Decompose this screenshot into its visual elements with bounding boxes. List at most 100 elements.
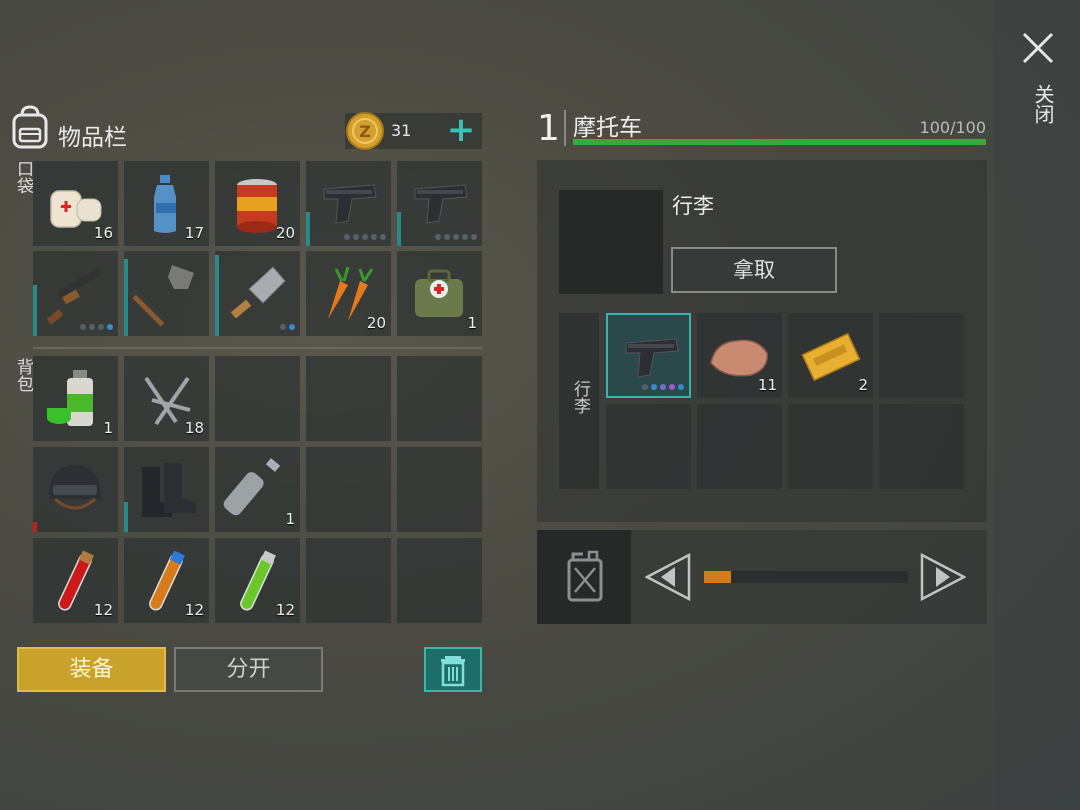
svg-text:Z: Z bbox=[359, 122, 371, 141]
backpack-icon bbox=[10, 105, 50, 149]
equip-button[interactable]: 装备 bbox=[17, 647, 166, 692]
durability-bar bbox=[306, 212, 310, 246]
item-quantity: 1 bbox=[103, 419, 113, 437]
storage-preview bbox=[559, 190, 663, 294]
inventory-slot[interactable]: 12 bbox=[215, 538, 300, 623]
inventory-slot[interactable]: 20 bbox=[306, 251, 391, 336]
item-quantity: 18 bbox=[184, 419, 204, 437]
inventory-slot[interactable] bbox=[124, 251, 209, 336]
inventory-slot[interactable]: 1 bbox=[33, 356, 118, 441]
inventory-title: 物品栏 bbox=[58, 125, 127, 151]
empty-slot[interactable] bbox=[606, 404, 691, 489]
item-quantity: 20 bbox=[366, 314, 386, 332]
inventory-slot[interactable]: 12 bbox=[33, 538, 118, 623]
storage-name: 行李 bbox=[672, 194, 714, 218]
inventory-slot[interactable] bbox=[215, 251, 300, 336]
section-divider bbox=[33, 347, 482, 349]
empty-slot[interactable] bbox=[879, 313, 964, 398]
inventory-slot[interactable]: 2 bbox=[788, 313, 873, 398]
inventory-slot[interactable] bbox=[606, 313, 691, 398]
fuel-decrease-button[interactable] bbox=[644, 552, 691, 602]
item-quantity: 1 bbox=[467, 314, 477, 332]
fuel-can-box bbox=[537, 530, 631, 624]
item-quantity: 16 bbox=[93, 224, 113, 242]
trash-icon bbox=[441, 656, 465, 687]
close-button[interactable] bbox=[1018, 28, 1058, 68]
coin-bar: Z 31 + bbox=[345, 111, 482, 151]
empty-slot[interactable] bbox=[879, 404, 964, 489]
empty-slot[interactable] bbox=[306, 538, 391, 623]
inventory-slot[interactable] bbox=[124, 447, 209, 532]
vehicle-name: 摩托车 bbox=[573, 115, 642, 141]
inventory-slot[interactable]: 16 bbox=[33, 161, 118, 246]
inventory-slot[interactable] bbox=[306, 161, 391, 246]
inventory-slot[interactable]: 1 bbox=[397, 251, 482, 336]
empty-slot[interactable] bbox=[397, 538, 482, 623]
item-quantity: 12 bbox=[93, 601, 113, 619]
inventory-slot[interactable] bbox=[33, 447, 118, 532]
empty-slot[interactable] bbox=[397, 447, 482, 532]
vehicle-durability-fill bbox=[573, 139, 986, 145]
item-quantity: 2 bbox=[858, 376, 868, 394]
coin-icon: Z bbox=[345, 111, 385, 151]
upgrade-dots bbox=[435, 234, 477, 240]
pistol-icon bbox=[323, 184, 377, 224]
close-label[interactable]: 关闭 bbox=[1024, 84, 1055, 124]
durability-bar bbox=[124, 502, 128, 532]
durability-bar bbox=[33, 285, 37, 336]
item-quantity: 20 bbox=[275, 224, 295, 242]
upgrade-dots bbox=[642, 384, 684, 390]
inventory-slot[interactable]: 18 bbox=[124, 356, 209, 441]
empty-slot[interactable] bbox=[697, 404, 782, 489]
medkit-bag-icon bbox=[415, 269, 463, 317]
empty-slot[interactable] bbox=[788, 404, 873, 489]
empty-bottle-icon bbox=[223, 458, 281, 516]
inventory-slot[interactable]: 20 bbox=[215, 161, 300, 246]
vehicle-separator bbox=[564, 110, 566, 146]
inventory-slot[interactable] bbox=[33, 251, 118, 336]
empty-slot[interactable] bbox=[306, 356, 391, 441]
durability-bar bbox=[33, 522, 37, 532]
inventory-slot[interactable]: 11 bbox=[697, 313, 782, 398]
fuel-increase-button[interactable] bbox=[920, 552, 967, 602]
spray-paint-icon bbox=[47, 370, 93, 426]
item-quantity: 12 bbox=[184, 601, 204, 619]
storage-side-label: 行李 bbox=[570, 380, 590, 414]
vehicle-durability-text: 100/100 bbox=[919, 118, 986, 137]
backpack-label: 背包 bbox=[13, 358, 33, 392]
upgrade-dots bbox=[344, 234, 386, 240]
inventory-slot[interactable] bbox=[397, 161, 482, 246]
arrow-left-icon bbox=[644, 552, 691, 602]
pocket-label: 口袋 bbox=[13, 160, 33, 194]
boots-icon bbox=[142, 463, 196, 517]
split-button[interactable]: 分开 bbox=[174, 647, 323, 692]
fuel-can-icon bbox=[567, 550, 603, 602]
pistol-icon bbox=[414, 184, 468, 224]
shovel-icon bbox=[132, 265, 194, 327]
add-coins-button[interactable]: + bbox=[445, 113, 477, 147]
item-quantity: 1 bbox=[285, 510, 295, 528]
inventory-slot[interactable]: 12 bbox=[124, 538, 209, 623]
durability-bar bbox=[124, 259, 128, 336]
arrow-right-icon bbox=[920, 552, 967, 602]
fuel-track[interactable] bbox=[704, 571, 908, 583]
pistol-icon bbox=[625, 338, 679, 378]
item-quantity: 17 bbox=[184, 224, 204, 242]
fuel-fill bbox=[704, 571, 731, 583]
inventory-slot[interactable]: 17 bbox=[124, 161, 209, 246]
coin-count: 31 bbox=[391, 121, 412, 140]
take-button[interactable]: 拿取 bbox=[671, 247, 837, 293]
item-quantity: 12 bbox=[275, 601, 295, 619]
empty-slot[interactable] bbox=[306, 447, 391, 532]
durability-bar bbox=[397, 212, 401, 246]
helmet-icon bbox=[49, 465, 101, 510]
vehicle-number: 1 bbox=[537, 108, 560, 149]
empty-slot[interactable] bbox=[397, 356, 482, 441]
inventory-slot[interactable]: 1 bbox=[215, 447, 300, 532]
vehicle-durability-bar bbox=[573, 139, 986, 145]
trash-button[interactable] bbox=[424, 647, 482, 692]
item-quantity: 11 bbox=[757, 376, 777, 394]
close-icon bbox=[1022, 32, 1054, 64]
empty-slot[interactable] bbox=[215, 356, 300, 441]
upgrade-dots bbox=[280, 324, 295, 330]
